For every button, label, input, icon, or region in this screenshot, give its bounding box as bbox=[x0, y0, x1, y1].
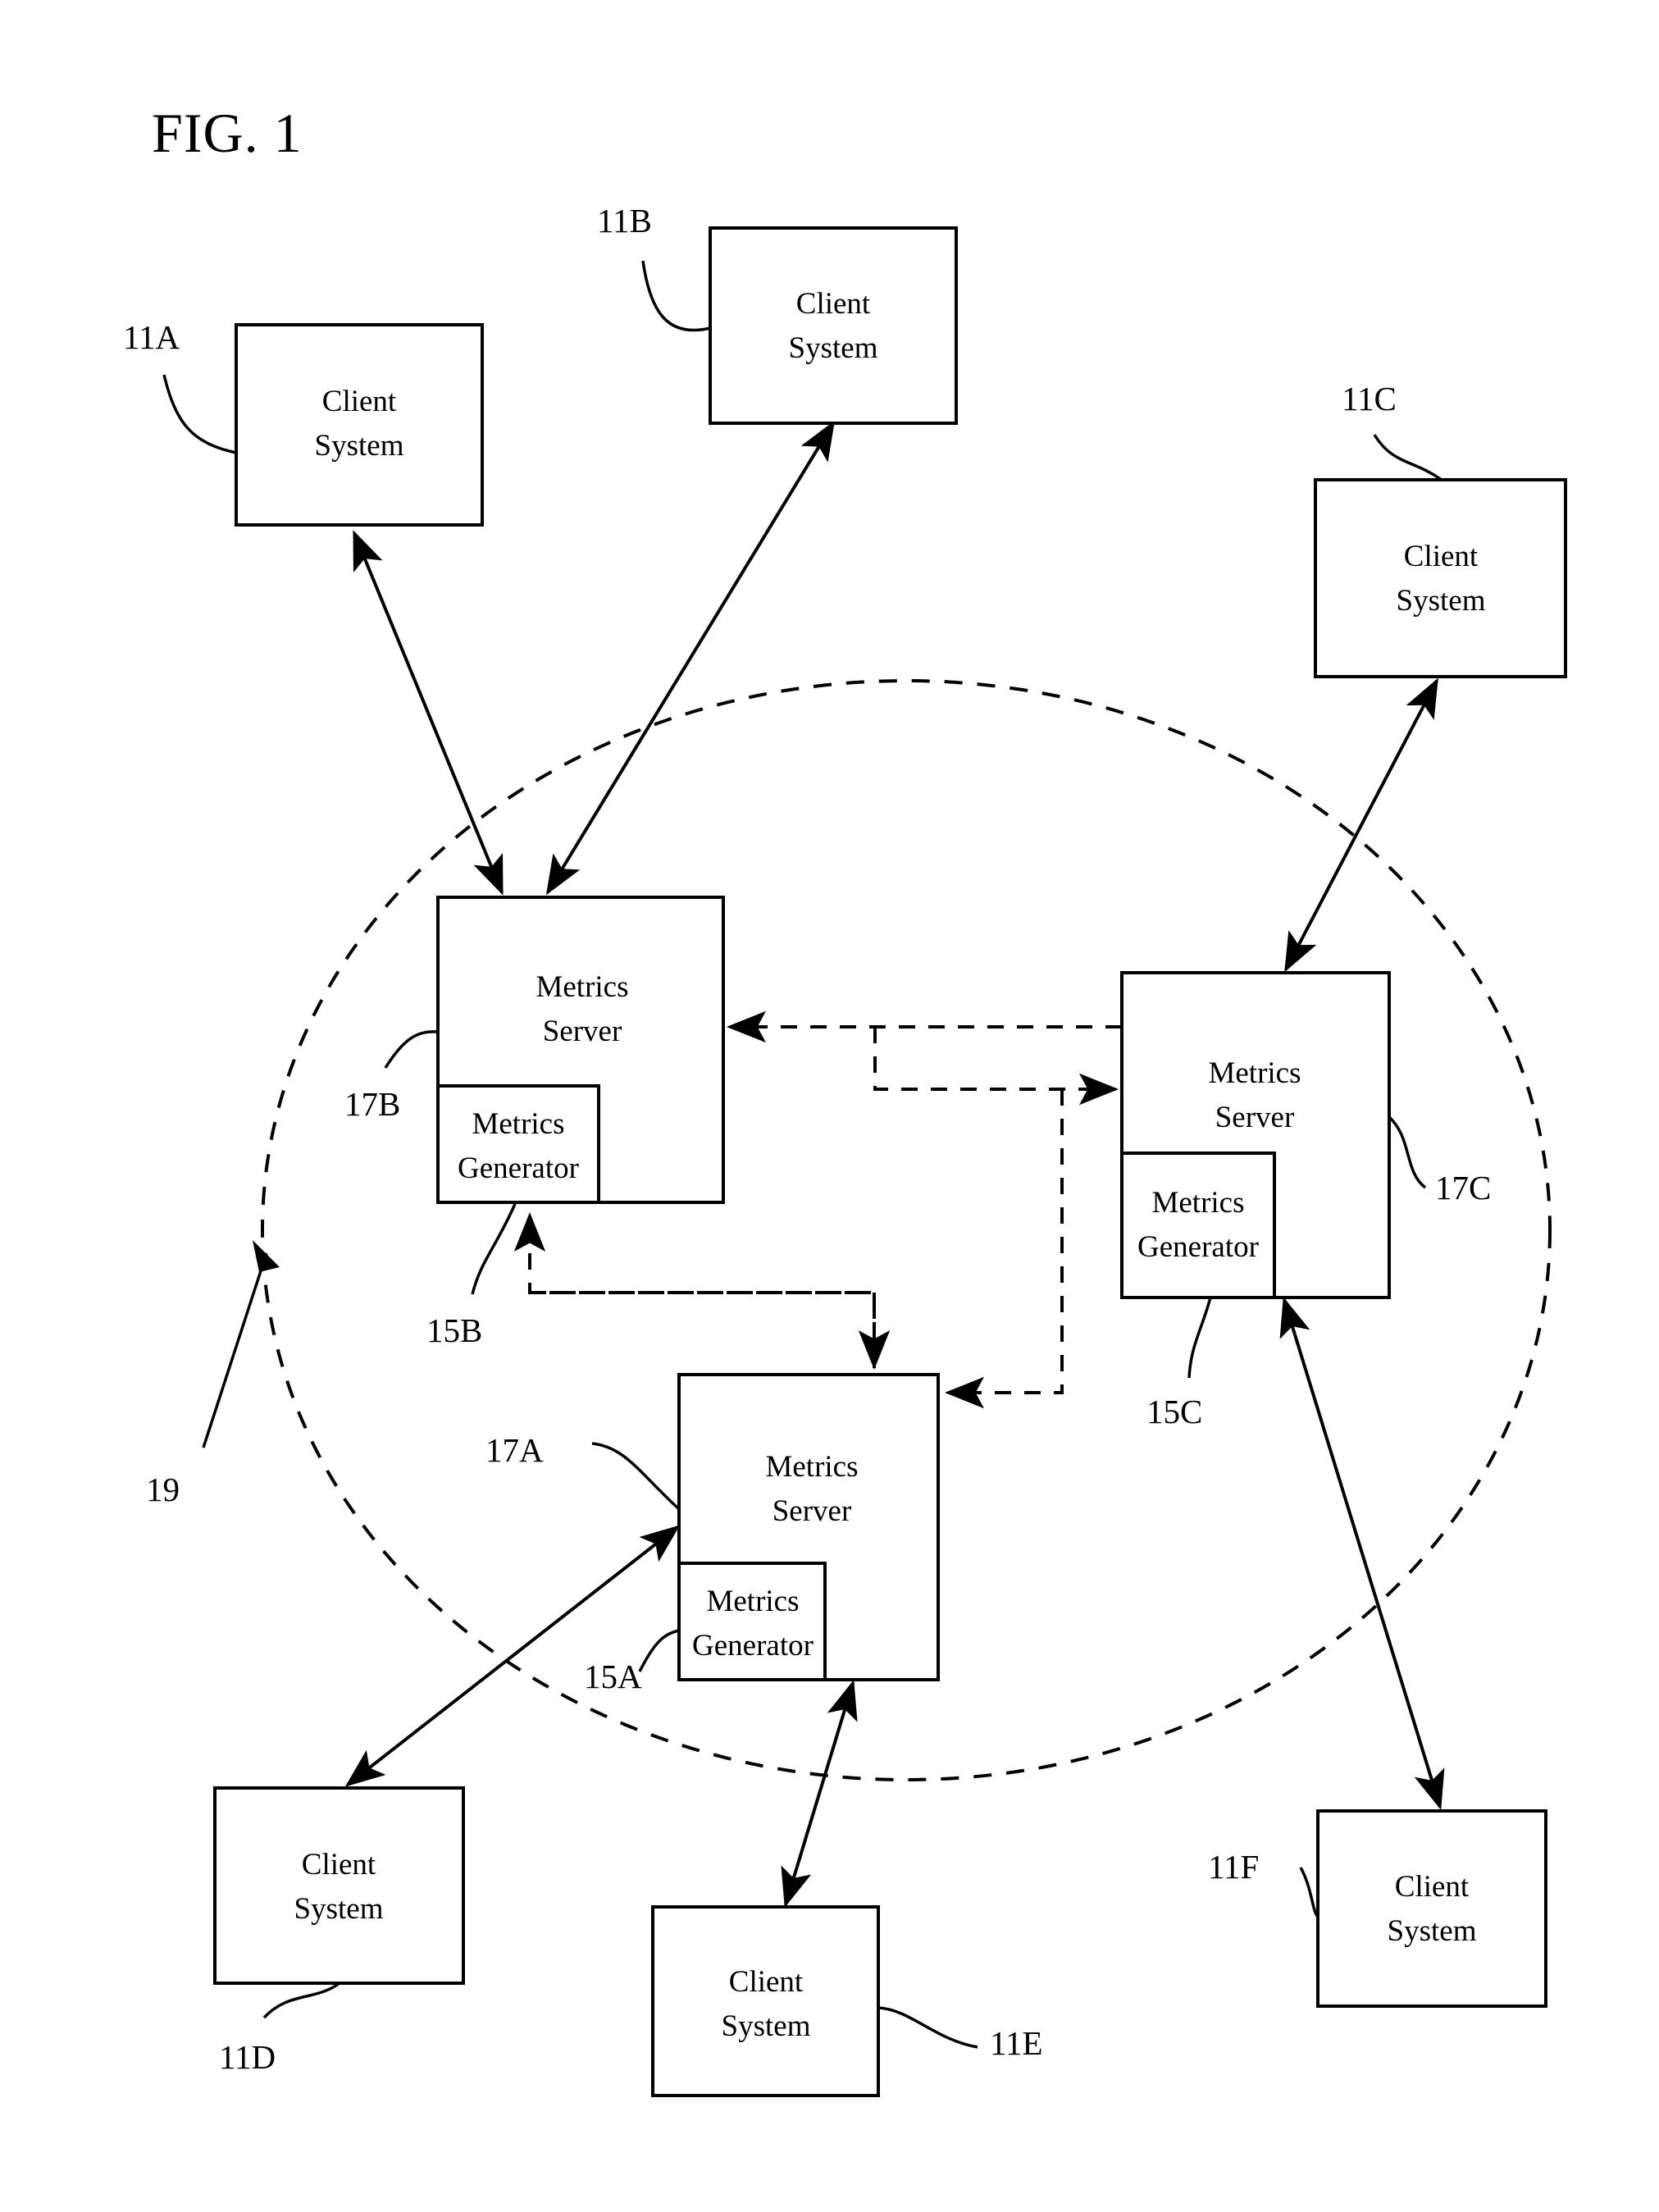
client-11E-label-line1: Client bbox=[729, 1965, 804, 1999]
reference-number-11F: 11F bbox=[1208, 1848, 1259, 1886]
client-11D-label-line1: Client bbox=[302, 1848, 376, 1881]
generator-15C-label-line2: Generator bbox=[1137, 1230, 1259, 1264]
generator-15B-label-line2: Generator bbox=[458, 1152, 579, 1185]
client-11B-label-line2: System bbox=[789, 331, 878, 365]
reference-number-11D: 11D bbox=[219, 2038, 276, 2076]
link-11C-17C bbox=[1284, 677, 1438, 973]
client-11E-label-line2: System bbox=[722, 2009, 811, 2043]
leader-line-17A bbox=[591, 1442, 681, 1511]
leader-line-11F bbox=[1299, 1867, 1319, 1918]
client-system-11A[interactable]: Client System bbox=[235, 323, 484, 527]
server-17A-label-line2: Server bbox=[773, 1494, 852, 1528]
leader-line-17C bbox=[1388, 1115, 1427, 1189]
client-11B-box[interactable] bbox=[709, 226, 958, 425]
link-11D-17A bbox=[344, 1525, 681, 1787]
client-system-11B[interactable]: Client System bbox=[709, 226, 958, 425]
reference-number-15C: 15C bbox=[1146, 1393, 1202, 1430]
metrics-server-17C[interactable]: Metrics Server Metrics Generator bbox=[1120, 971, 1391, 1299]
reference-number-17A: 17A bbox=[485, 1431, 544, 1469]
reference-number-17B: 17B bbox=[344, 1085, 400, 1123]
leader-line-11A bbox=[162, 374, 237, 454]
generator-15A-label-line1: Metrics bbox=[706, 1585, 799, 1618]
link-11B-17B bbox=[545, 420, 836, 896]
leader-line-15B bbox=[471, 1203, 517, 1295]
client-11A-label-line2: System bbox=[315, 429, 404, 463]
client-11D-label-line2: System bbox=[294, 1892, 384, 1926]
metrics-server-17B[interactable]: Metrics Server Metrics Generator bbox=[436, 896, 725, 1204]
leader-line-11C bbox=[1373, 434, 1443, 481]
client-11C-label-line2: System bbox=[1397, 584, 1486, 618]
client-11F-box[interactable] bbox=[1316, 1809, 1547, 2008]
network-diagram: FIG. 1 19 Client System 11A Client Syste… bbox=[123, 102, 1567, 2097]
leader-line-19 bbox=[202, 1252, 268, 1448]
link-17B-to-17C bbox=[873, 1027, 1119, 1106]
client-11E-box[interactable] bbox=[651, 1905, 880, 2097]
leader-line-17B bbox=[384, 1030, 439, 1069]
leader-line-11D bbox=[262, 1982, 341, 2019]
reference-number-11C: 11C bbox=[1342, 380, 1397, 417]
link-11F-17C bbox=[1279, 1297, 1445, 1810]
reference-number-11E: 11E bbox=[990, 2024, 1043, 2062]
client-system-11C[interactable]: Client System bbox=[1314, 478, 1567, 678]
client-11D-box[interactable] bbox=[213, 1786, 465, 1985]
metrics-server-17A[interactable]: Metrics Server Metrics Generator bbox=[677, 1373, 940, 1681]
reference-number-11A: 11A bbox=[123, 318, 180, 356]
client-system-11D[interactable]: Client System bbox=[213, 1786, 465, 1985]
reference-number-11B: 11B bbox=[597, 202, 652, 239]
page-title: FIG. 1 bbox=[152, 102, 303, 164]
reference-number-17C: 17C bbox=[1435, 1169, 1491, 1206]
generator-15B-label-line1: Metrics bbox=[472, 1107, 564, 1141]
client-11A-label-line1: Client bbox=[322, 385, 397, 418]
leader-line-15A bbox=[638, 1629, 680, 1672]
generator-15A-label-line2: Generator bbox=[692, 1629, 814, 1662]
link-15B-to-17A bbox=[530, 1291, 891, 1370]
client-11C-label-line1: Client bbox=[1404, 540, 1479, 573]
generator-15C-label-line1: Metrics bbox=[1151, 1186, 1244, 1220]
server-17B-label-line1: Metrics bbox=[536, 970, 628, 1004]
server-17C-label-line2: Server bbox=[1215, 1101, 1295, 1134]
server-17B-label-line2: Server bbox=[543, 1015, 622, 1048]
server-17C-label-line1: Metrics bbox=[1208, 1056, 1301, 1090]
leader-line-11E bbox=[877, 2006, 978, 2049]
reference-number-19: 19 bbox=[146, 1471, 180, 1508]
server-17A-label-line1: Metrics bbox=[765, 1450, 858, 1484]
link-17A-to-15B bbox=[513, 1212, 876, 1368]
client-11A-box[interactable] bbox=[235, 323, 484, 527]
client-system-11E[interactable]: Client System bbox=[651, 1905, 880, 2097]
figure-canvas: FIG. 1 19 Client System 11A Client Syste… bbox=[0, 0, 1659, 2212]
link-11E-17A bbox=[781, 1680, 858, 1908]
client-system-11F[interactable]: Client System bbox=[1316, 1809, 1547, 2008]
client-11C-box[interactable] bbox=[1314, 478, 1567, 678]
client-11B-label-line1: Client bbox=[796, 287, 871, 321]
metrics-generator-15C-box[interactable] bbox=[1120, 1152, 1276, 1299]
reference-number-15B: 15B bbox=[426, 1311, 482, 1349]
leader-line-11B bbox=[641, 260, 711, 332]
leader-arrow-19 bbox=[253, 1240, 280, 1272]
reference-number-15A: 15A bbox=[584, 1658, 642, 1695]
client-11F-label-line2: System bbox=[1388, 1914, 1477, 1948]
leader-line-15C bbox=[1187, 1297, 1212, 1379]
link-17C-to-17A bbox=[945, 1089, 1064, 1409]
client-11F-label-line1: Client bbox=[1395, 1870, 1470, 1904]
link-11A-17B bbox=[353, 530, 504, 896]
